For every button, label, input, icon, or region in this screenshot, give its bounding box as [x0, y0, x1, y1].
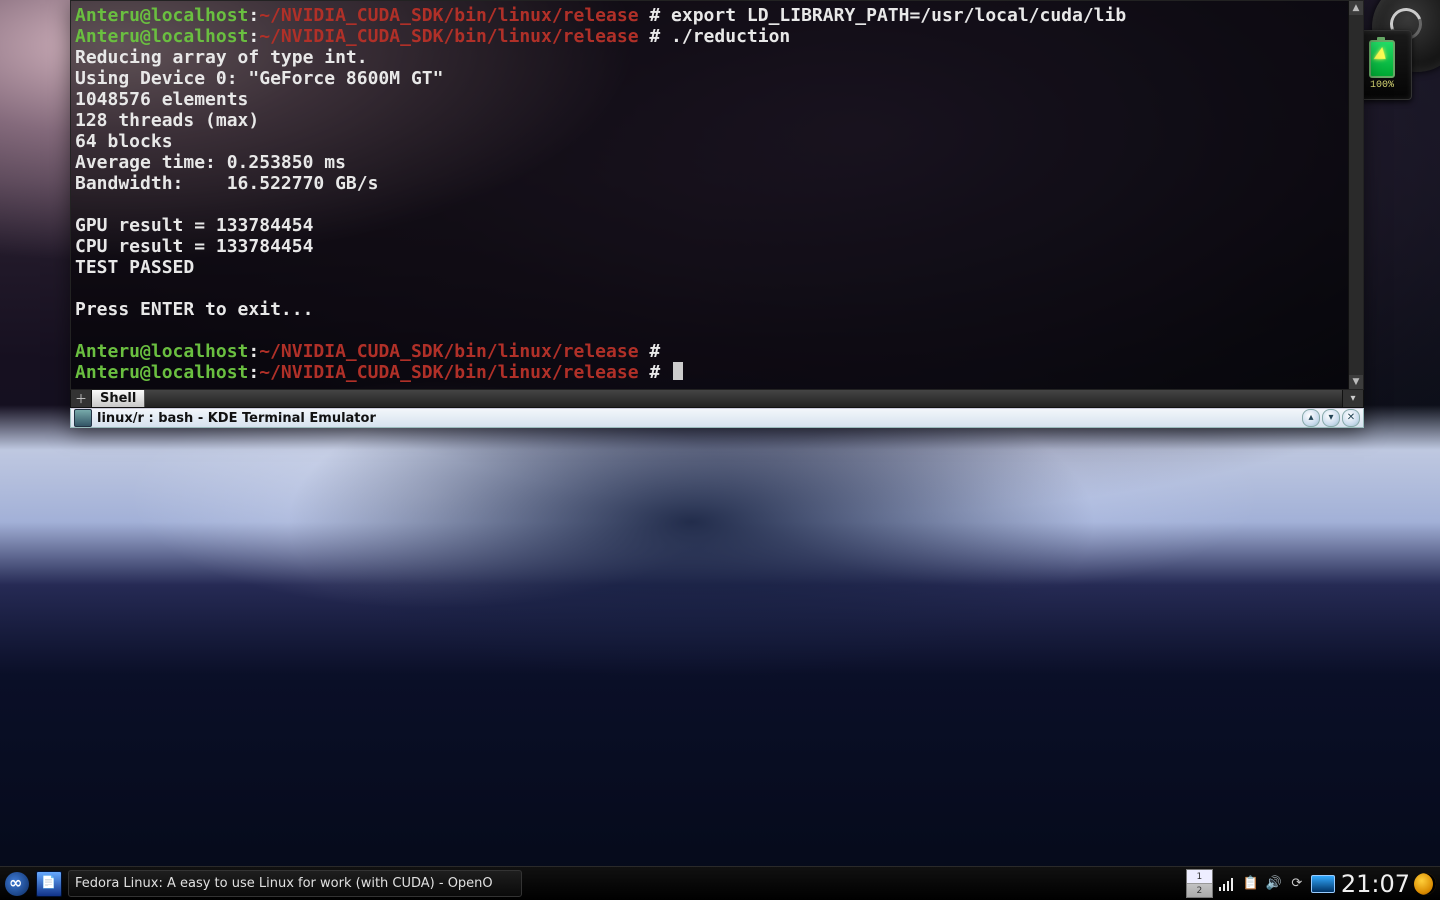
scroll-up-icon[interactable]: ▲ [1349, 1, 1363, 15]
taskbar-entry-title: Fedora Linux: A easy to use Linux for wo… [75, 876, 493, 891]
terminal-text[interactable]: Anteru@localhost:~/NVIDIA_CUDA_SDK/bin/l… [71, 1, 1348, 389]
terminal-scrollbar[interactable]: ▲ ▼ [1348, 1, 1363, 389]
terminal-cursor [673, 362, 683, 380]
workspace-pager[interactable]: 1 2 [1186, 869, 1213, 898]
terminal-output-area[interactable]: Anteru@localhost:~/NVIDIA_CUDA_SDK/bin/l… [70, 0, 1364, 390]
system-tray: 📋 🔊 ⟳ [1219, 875, 1335, 893]
taskbar: Fedora Linux: A easy to use Linux for wo… [0, 866, 1440, 900]
maximize-button[interactable]: ▾ [1322, 409, 1340, 427]
terminal-window[interactable]: Anteru@localhost:~/NVIDIA_CUDA_SDK/bin/l… [70, 0, 1364, 428]
battery-percent-label: 100% [1370, 80, 1394, 91]
battery-icon [1369, 40, 1395, 78]
cmd-reduction: ./reduction [671, 26, 790, 47]
minimize-button[interactable]: ▴ [1302, 409, 1320, 427]
workspace-2[interactable]: 2 [1187, 883, 1212, 897]
close-button[interactable]: ✕ [1342, 409, 1360, 427]
terminal-tab-bar: ＋ Shell ▾ [70, 390, 1364, 408]
volume-tray-icon[interactable]: 🔊 [1265, 875, 1283, 893]
close-tab-button[interactable]: ▾ [1342, 390, 1363, 407]
network-signal-icon[interactable] [1219, 877, 1237, 891]
taskbar-clock[interactable]: 21:07 [1341, 870, 1410, 898]
quicklaunch-app-icon[interactable] [36, 871, 62, 897]
clipboard-tray-icon[interactable]: 📋 [1242, 875, 1260, 893]
new-tab-button[interactable]: ＋ [71, 390, 92, 407]
scroll-down-icon[interactable]: ▼ [1349, 375, 1363, 389]
cmd-export: export LD_LIBRARY_PATH=/usr/local/cuda/l… [671, 5, 1126, 26]
terminal-app-icon [74, 409, 92, 427]
display-tray-icon[interactable] [1311, 875, 1335, 893]
workspace-1[interactable]: 1 [1187, 870, 1212, 883]
prompt-path: ~/NVIDIA_CUDA_SDK/bin/linux/release [259, 5, 638, 26]
fedora-logo-icon [5, 872, 29, 896]
taskbar-entry-browser[interactable]: Fedora Linux: A easy to use Linux for wo… [68, 870, 522, 897]
window-title: linux/r : bash - KDE Terminal Emulator [97, 411, 1300, 426]
window-titlebar[interactable]: linux/r : bash - KDE Terminal Emulator ▴… [70, 408, 1364, 428]
weather-moon-icon[interactable] [1414, 873, 1436, 895]
updates-tray-icon[interactable]: ⟳ [1288, 875, 1306, 893]
start-button[interactable] [0, 867, 34, 900]
terminal-tab-shell[interactable]: Shell [92, 390, 145, 407]
prompt-user: Anteru@localhost [75, 5, 248, 26]
